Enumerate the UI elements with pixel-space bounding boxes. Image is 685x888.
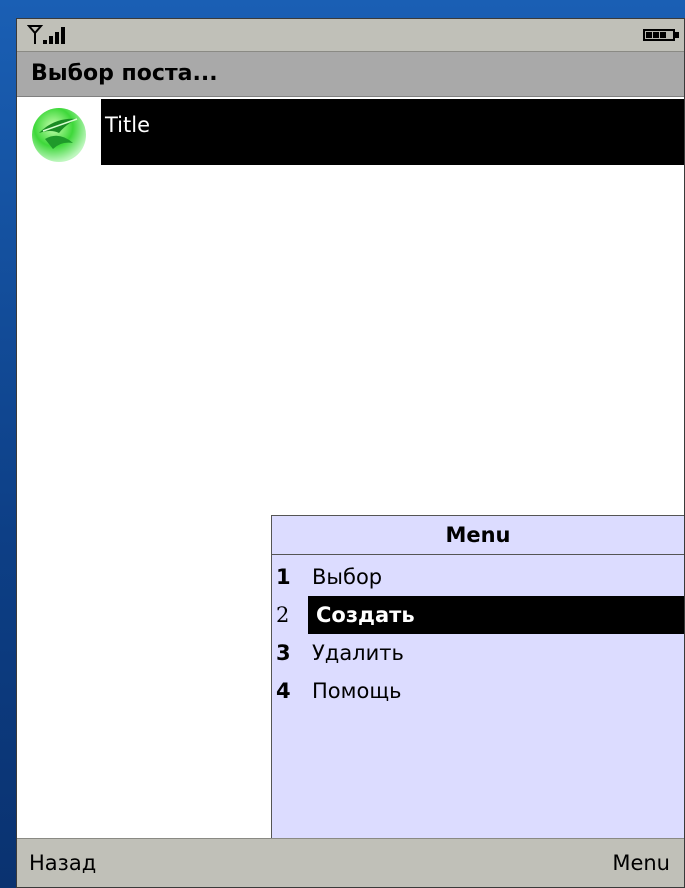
- back-softkey[interactable]: Назад: [29, 851, 96, 875]
- phone-screen: Выбор поста... Title Menu 1 Выбор 2 Созд…: [16, 18, 685, 888]
- menu-item-help[interactable]: 4 Помощь: [272, 672, 684, 710]
- list-item[interactable]: Title: [17, 99, 684, 167]
- title-bar: Выбор поста...: [17, 52, 684, 97]
- menu-item-number: 4: [276, 679, 291, 703]
- softkey-bar: Назад Menu: [17, 838, 684, 887]
- menu-item-label: Создать: [316, 603, 415, 627]
- page-title: Выбор поста...: [31, 61, 218, 86]
- list-item-selection: Title: [101, 99, 684, 165]
- options-menu: Menu 1 Выбор 2 Создать 3 Удалить 4 Помощ…: [271, 515, 684, 841]
- battery-icon: [643, 29, 679, 41]
- menu-item-label: Выбор: [312, 565, 383, 589]
- menu-softkey[interactable]: Menu: [612, 851, 670, 875]
- menu-item-number: 2: [276, 603, 290, 627]
- menu-item-select[interactable]: 1 Выбор: [272, 558, 684, 596]
- green-leaf-icon: [32, 108, 86, 162]
- menu-list: 1 Выбор 2 Создать 3 Удалить 4 Помощь: [272, 558, 684, 710]
- menu-item-label: Удалить: [312, 641, 404, 665]
- menu-item-create[interactable]: 2 Создать: [272, 596, 684, 634]
- menu-item-number: 3: [276, 641, 291, 665]
- list-item-label: Title: [105, 113, 151, 137]
- status-bar: [17, 19, 684, 52]
- signal-strength-icon: [27, 25, 65, 44]
- menu-title: Menu: [272, 516, 684, 555]
- menu-item-label: Помощь: [312, 679, 402, 703]
- menu-item-number: 1: [276, 565, 291, 589]
- menu-item-delete[interactable]: 3 Удалить: [272, 634, 684, 672]
